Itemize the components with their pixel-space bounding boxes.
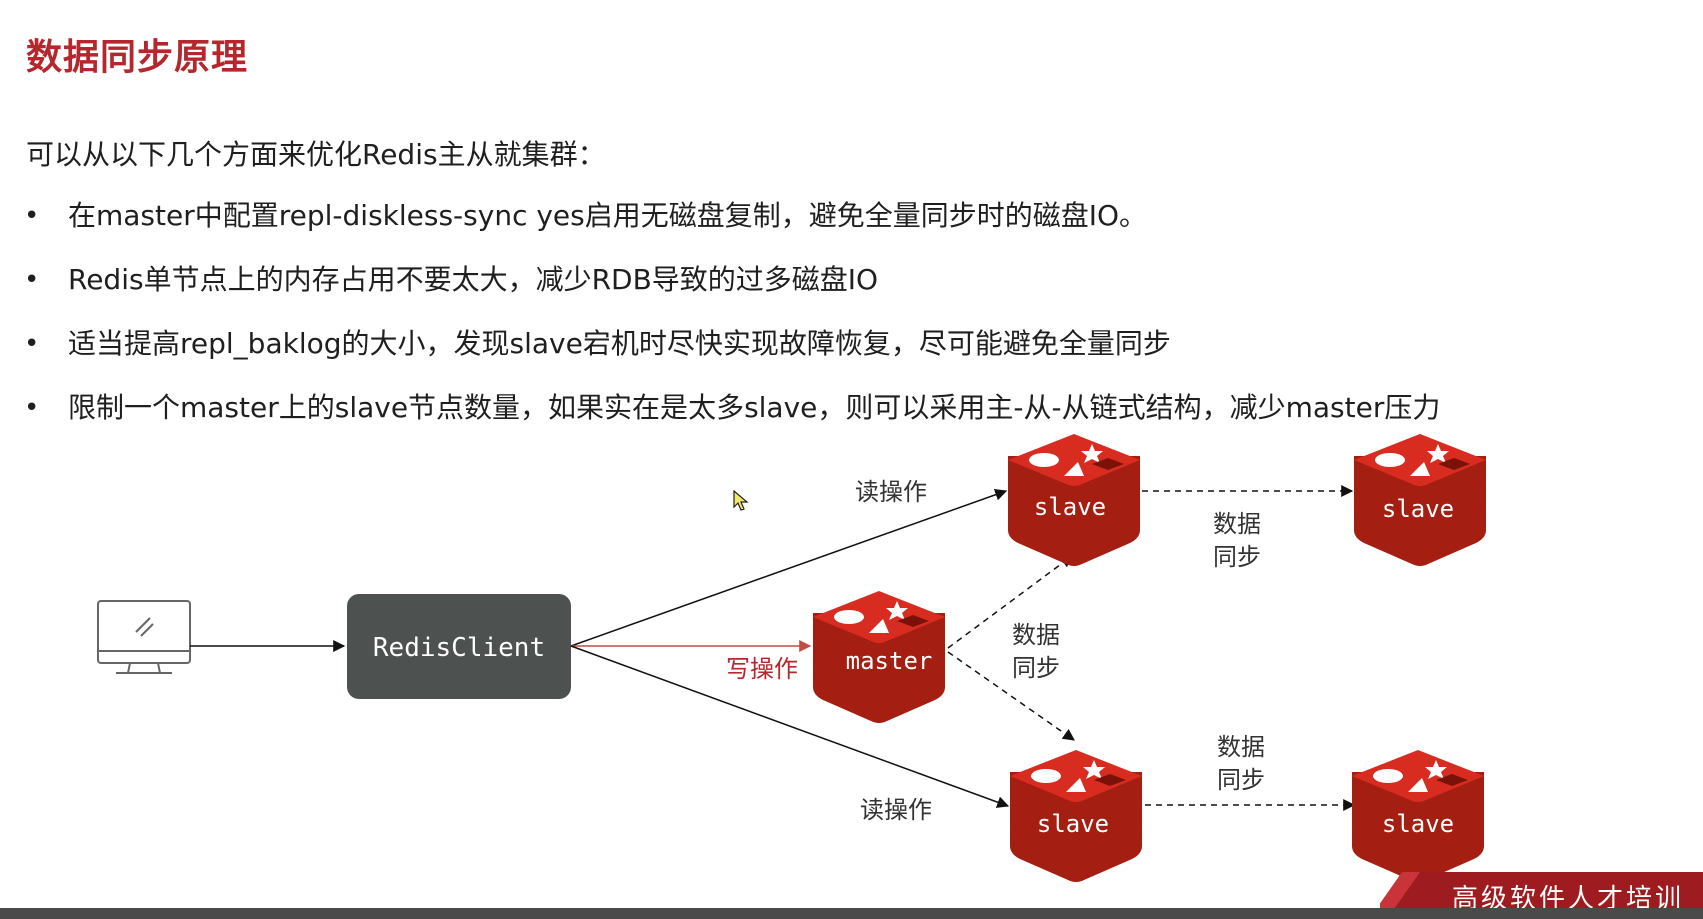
monitor-icon xyxy=(97,600,191,674)
slave-label: slave xyxy=(1034,493,1106,521)
bullet-item: 在master中配置repl-diskless-sync yes启用无磁盘复制，… xyxy=(24,196,1440,260)
master-node: master xyxy=(813,591,945,723)
sync-label-master-line2: 同步 xyxy=(1012,654,1060,682)
slave-label: slave xyxy=(1037,810,1109,838)
bullet-list: 在master中配置repl-diskless-sync yes启用无磁盘复制，… xyxy=(24,196,1440,452)
read-op-label-bottom: 读操作 xyxy=(860,796,932,824)
bottom-bar xyxy=(0,908,1703,919)
read-op-label-top: 读操作 xyxy=(855,478,927,506)
sync-label-top-line1: 数据 xyxy=(1213,510,1261,538)
write-op-label: 写操作 xyxy=(726,655,798,683)
sync-label-master-line1: 数据 xyxy=(1012,621,1060,649)
sync-label-bottom-line2: 同步 xyxy=(1217,766,1265,794)
master-label: master xyxy=(846,647,933,675)
page-title: 数据同步原理 xyxy=(26,37,249,78)
sync-label-top-line2: 同步 xyxy=(1213,543,1261,571)
slave-node-top: slave xyxy=(1008,434,1140,566)
intro-text: 可以从以下几个方面来优化Redis主从就集群： xyxy=(26,138,606,171)
master-slave-diagram: RedisClient 读操作 写操作 读操作 数据 同步 数据 同步 数据 同… xyxy=(97,434,1486,882)
mouse-cursor-icon xyxy=(733,490,749,511)
slave-node-top-chain: slave xyxy=(1354,434,1486,566)
bullet-item: 适当提高repl_baklog的大小，发现slave宕机时尽快实现故障恢复，尽可… xyxy=(24,324,1440,388)
slave-label: slave xyxy=(1382,495,1454,523)
slave-node-bottom: slave xyxy=(1010,750,1142,882)
redis-client-label: RedisClient xyxy=(373,633,545,663)
slave-label: slave xyxy=(1382,810,1454,838)
sync-label-bottom-line1: 数据 xyxy=(1217,733,1265,761)
bullet-item: Redis单节点上的内存占用不要太大，减少RDB导致的过多磁盘IO xyxy=(24,260,1440,324)
redis-client-node: RedisClient xyxy=(347,594,571,699)
slave-node-bottom-chain: slave xyxy=(1352,750,1484,882)
